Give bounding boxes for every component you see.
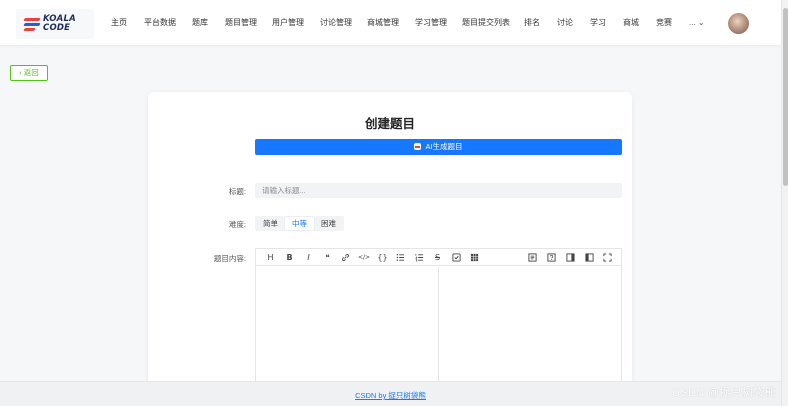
split-view-icon[interactable]: [584, 252, 595, 263]
strikethrough-icon[interactable]: S: [432, 252, 443, 263]
user-avatar[interactable]: [728, 13, 749, 34]
title-input[interactable]: [255, 183, 622, 198]
nav-item-home[interactable]: 主页: [111, 18, 127, 28]
bold-icon[interactable]: B: [284, 252, 295, 263]
nav-item-mall-management[interactable]: 商城管理: [367, 18, 399, 28]
nav-item-learning[interactable]: 学习: [590, 18, 606, 28]
csdn-watermark: CSDN @捉只树袋熊: [672, 387, 776, 399]
ordered-list-icon[interactable]: [414, 252, 425, 263]
top-navbar: KOALA CODE 主页 平台数据 题库 题目管理 用户管理 讨论管理 商城管…: [0, 0, 781, 46]
preview-icon[interactable]: [527, 252, 538, 263]
page-scrollbar[interactable]: [781, 0, 788, 406]
ai-generate-label: AI生成题目: [425, 142, 463, 151]
koala-code-logo[interactable]: KOALA CODE: [16, 9, 94, 39]
code-icon[interactable]: </>: [358, 252, 370, 263]
back-button[interactable]: ‹ 返回: [10, 65, 48, 81]
nav-item-problem-bank[interactable]: 题库: [192, 18, 208, 28]
nav-item-submission-list[interactable]: 题目提交列表: [462, 18, 510, 28]
nav-item-discussion[interactable]: 讨论: [557, 18, 573, 28]
nav-item-mall[interactable]: 商城: [623, 18, 639, 28]
table-icon[interactable]: [469, 252, 480, 263]
footer-csdn-link[interactable]: CSDN by 捉只树袋熊: [0, 390, 781, 401]
code-block-icon[interactable]: {}: [377, 252, 388, 263]
task-list-icon[interactable]: [451, 252, 462, 263]
nav-item-platform-data[interactable]: 平台数据: [144, 18, 176, 28]
link-icon[interactable]: [340, 252, 351, 263]
editor-preview-pane: [440, 267, 621, 399]
difficulty-option-hard[interactable]: 困难: [314, 217, 343, 230]
scrollbar-thumb[interactable]: [783, 8, 788, 186]
logo-mark-icon: [23, 17, 41, 31]
nav-item-contest[interactable]: 竞赛: [656, 18, 672, 28]
nav-item-user-management[interactable]: 用户管理: [272, 18, 304, 28]
help-icon[interactable]: [546, 252, 557, 263]
unordered-list-icon[interactable]: [395, 252, 406, 263]
nav-item-learning-management[interactable]: 学习管理: [415, 18, 447, 28]
heading-icon[interactable]: H: [265, 252, 276, 263]
italic-icon[interactable]: I: [303, 252, 314, 263]
robot-icon: [414, 143, 422, 150]
quote-icon[interactable]: ❝: [322, 252, 333, 263]
nav-item-discussion-management[interactable]: 讨论管理: [320, 18, 352, 28]
nav-more-dropdown[interactable]: ... ⌄: [689, 18, 705, 28]
editor-input-pane[interactable]: [256, 267, 439, 399]
fullscreen-icon[interactable]: [602, 252, 613, 263]
markdown-editor: H B I ❝ </> {} S: [255, 248, 622, 399]
nav-item-problem-management[interactable]: 题目管理: [225, 18, 257, 28]
page-title: 创建题目: [364, 117, 415, 131]
nav-item-ranking[interactable]: 排名: [524, 18, 540, 28]
difficulty-label: 难度:: [228, 220, 246, 229]
difficulty-segmented: 简单 中等 困难: [255, 216, 344, 231]
difficulty-option-medium[interactable]: 中等: [285, 217, 314, 230]
title-label: 标题:: [228, 187, 246, 196]
content-label: 题目内容:: [213, 254, 246, 263]
sidebar-icon[interactable]: [565, 252, 576, 263]
page-footer: CSDN by 捉只树袋熊: [0, 381, 781, 406]
difficulty-option-easy[interactable]: 简单: [256, 217, 285, 230]
ai-generate-button[interactable]: AI生成题目: [255, 139, 622, 155]
logo-text-line2: CODE: [43, 22, 71, 33]
editor-toolbar: H B I ❝ </> {} S: [256, 249, 621, 266]
